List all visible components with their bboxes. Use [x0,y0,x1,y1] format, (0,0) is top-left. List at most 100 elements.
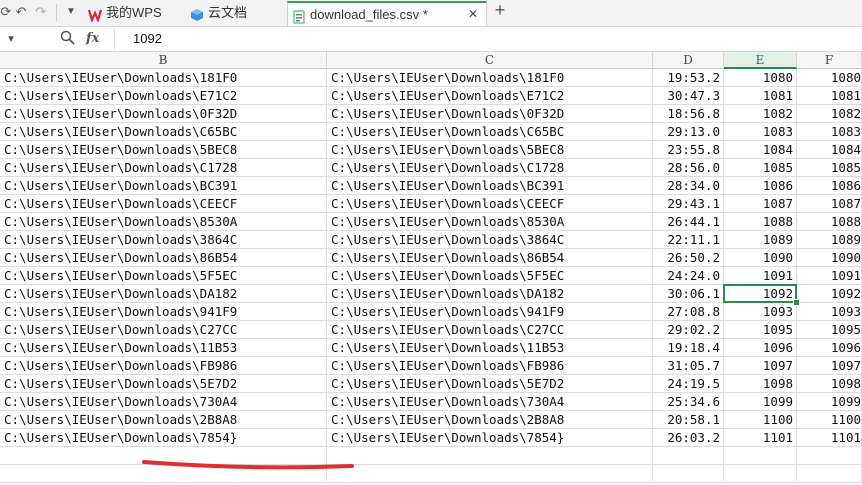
redo-icon[interactable]: ↷ [33,4,49,20]
cell-d[interactable]: 22:11.1 [653,231,724,249]
cell-b[interactable]: C:\Users\IEUser\Downloads\941F9 [0,303,327,321]
cell-d[interactable]: 30:06.1 [653,285,724,303]
cell-d[interactable]: 30:47.3 [653,87,724,105]
cell-c[interactable]: C:\Users\IEUser\Downloads\5BEC8 [327,141,653,159]
tab-download-files-csv[interactable]: download_files.csv * ✕ [287,1,487,26]
cell-d[interactable] [653,447,724,465]
cell-b[interactable]: C:\Users\IEUser\Downloads\5E7D2 [0,375,327,393]
cell-e[interactable] [724,465,797,483]
cell-e[interactable]: 1088 [724,213,797,231]
cell-f[interactable]: 1101 [797,429,862,447]
table-row[interactable]: C:\Users\IEUser\Downloads\5BEC8 C:\Users\… [0,141,862,159]
cell-e[interactable]: 1096 [724,339,797,357]
cell-c[interactable]: C:\Users\IEUser\Downloads\BC391 [327,177,653,195]
table-row[interactable]: C:\Users\IEUser\Downloads\C65BC C:\Users\… [0,123,862,141]
cell-c[interactable]: C:\Users\IEUser\Downloads\FB986 [327,357,653,375]
cell-b[interactable]: C:\Users\IEUser\Downloads\86B54 [0,249,327,267]
cell-b[interactable]: C:\Users\IEUser\Downloads\C65BC [0,123,327,141]
table-row[interactable]: C:\Users\IEUser\Downloads\181F0 C:\Users\… [0,69,862,87]
cell-b[interactable]: C:\Users\IEUser\Downloads\3864C [0,231,327,249]
cell-d[interactable]: 26:03.2 [653,429,724,447]
cell-b[interactable]: C:\Users\IEUser\Downloads\2B8A8 [0,411,327,429]
cell-f[interactable]: 1099 [797,393,862,411]
cell-f[interactable]: 1097 [797,357,862,375]
column-header-d[interactable]: D [653,52,724,69]
cell-e[interactable]: 1084 [724,141,797,159]
table-row[interactable] [0,465,862,483]
cell-d[interactable]: 29:13.0 [653,123,724,141]
table-row[interactable]: C:\Users\IEUser\Downloads\3864C C:\Users\… [0,231,862,249]
cell-b[interactable] [0,447,327,465]
cell-f[interactable]: 1092 [797,285,862,303]
cell-f[interactable]: 1085 [797,159,862,177]
cell-b[interactable]: C:\Users\IEUser\Downloads\730A4 [0,393,327,411]
cell-f[interactable]: 1083 [797,123,862,141]
cell-c[interactable]: C:\Users\IEUser\Downloads\2B8A8 [327,411,653,429]
cell-d[interactable]: 29:02.2 [653,321,724,339]
cell-b[interactable]: C:\Users\IEUser\Downloads\5BEC8 [0,141,327,159]
cell-b[interactable]: C:\Users\IEUser\Downloads\8530A [0,213,327,231]
cell-f[interactable] [797,465,862,483]
cell-f[interactable]: 1082 [797,105,862,123]
cell-b[interactable]: C:\Users\IEUser\Downloads\DA182 [0,285,327,303]
cell-c[interactable]: C:\Users\IEUser\Downloads\941F9 [327,303,653,321]
table-row[interactable]: C:\Users\IEUser\Downloads\5F5EC C:\Users\… [0,267,862,285]
cell-e[interactable]: 1092 [724,285,797,303]
cell-f[interactable]: 1090 [797,249,862,267]
cell-b[interactable]: C:\Users\IEUser\Downloads\BC391 [0,177,327,195]
cell-d[interactable]: 31:05.7 [653,357,724,375]
column-header-f[interactable]: F [797,52,862,69]
cell-e[interactable]: 1082 [724,105,797,123]
table-row[interactable]: C:\Users\IEUser\Downloads\5E7D2 C:\Users\… [0,375,862,393]
table-row[interactable]: C:\Users\IEUser\Downloads\C27CC C:\Users\… [0,321,862,339]
formula-input[interactable]: 1092 [114,29,861,49]
cell-c[interactable]: C:\Users\IEUser\Downloads\7854} [327,429,653,447]
cell-f[interactable]: 1096 [797,339,862,357]
table-row[interactable]: C:\Users\IEUser\Downloads\C1728 C:\Users\… [0,159,862,177]
cell-b[interactable]: C:\Users\IEUser\Downloads\0F32D [0,105,327,123]
cell-c[interactable]: C:\Users\IEUser\Downloads\181F0 [327,69,653,87]
table-row[interactable]: C:\Users\IEUser\Downloads\86B54 C:\Users\… [0,249,862,267]
cell-e[interactable]: 1090 [724,249,797,267]
cell-e[interactable]: 1080 [724,69,797,87]
cell-c[interactable]: C:\Users\IEUser\Downloads\86B54 [327,249,653,267]
cell-f[interactable]: 1095 [797,321,862,339]
table-row[interactable]: C:\Users\IEUser\Downloads\BC391 C:\Users\… [0,177,862,195]
cell-c[interactable] [327,465,653,483]
cell-d[interactable] [653,465,724,483]
cell-d[interactable]: 23:55.8 [653,141,724,159]
cell-f[interactable]: 1089 [797,231,862,249]
table-row[interactable]: C:\Users\IEUser\Downloads\CEECF C:\Users\… [0,195,862,213]
cell-e[interactable]: 1097 [724,357,797,375]
cell-b[interactable]: C:\Users\IEUser\Downloads\FB986 [0,357,327,375]
cell-c[interactable]: C:\Users\IEUser\Downloads\0F32D [327,105,653,123]
refresh-icon[interactable]: ⟳ [0,4,12,20]
cell-b[interactable]: C:\Users\IEUser\Downloads\181F0 [0,69,327,87]
cell-e[interactable]: 1081 [724,87,797,105]
table-row[interactable]: C:\Users\IEUser\Downloads\2B8A8 C:\Users\… [0,411,862,429]
cell-b[interactable]: C:\Users\IEUser\Downloads\7854} [0,429,327,447]
cell-f[interactable]: 1098 [797,375,862,393]
cell-c[interactable]: C:\Users\IEUser\Downloads\5E7D2 [327,375,653,393]
cell-d[interactable]: 28:56.0 [653,159,724,177]
table-row[interactable]: C:\Users\IEUser\Downloads\DA182 C:\Users\… [0,285,862,303]
table-row[interactable]: C:\Users\IEUser\Downloads\730A4 C:\Users\… [0,393,862,411]
cell-d[interactable]: 20:58.1 [653,411,724,429]
cell-f[interactable]: 1093 [797,303,862,321]
cell-d[interactable]: 25:34.6 [653,393,724,411]
cell-e[interactable] [724,447,797,465]
cell-d[interactable]: 24:19.5 [653,375,724,393]
cell-f[interactable] [797,447,862,465]
table-row[interactable]: C:\Users\IEUser\Downloads\E71C2 C:\Users\… [0,87,862,105]
cell-b[interactable]: C:\Users\IEUser\Downloads\11B53 [0,339,327,357]
cell-b[interactable]: C:\Users\IEUser\Downloads\E71C2 [0,87,327,105]
cell-f[interactable]: 1091 [797,267,862,285]
tab-cloud-docs[interactable]: 云文档 [190,1,282,26]
name-box-dropdown-icon[interactable]: ▾ [0,30,22,48]
cell-c[interactable]: C:\Users\IEUser\Downloads\C1728 [327,159,653,177]
quick-access-dropdown-icon[interactable]: ▼ [64,4,78,20]
cell-f[interactable]: 1084 [797,141,862,159]
cell-d[interactable]: 26:50.2 [653,249,724,267]
tab-my-wps[interactable]: 我的WPS [86,1,184,26]
table-row[interactable] [0,447,862,465]
